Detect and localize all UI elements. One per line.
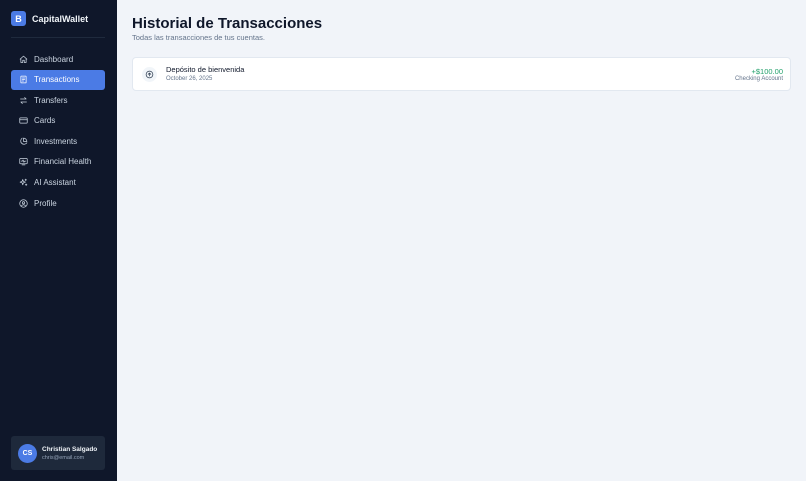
transaction-icon-wrapper: [142, 67, 157, 82]
sidebar-item-transactions[interactable]: Transactions: [11, 69, 105, 90]
transaction-account: Checking Account: [734, 76, 783, 82]
page-title: Historial de Transacciones: [132, 15, 323, 32]
sidebar-item-label: Transfers: [34, 95, 68, 105]
arrows-exchange-icon: [20, 96, 27, 104]
transaction-date: October 26, 2025: [166, 76, 213, 82]
credit-card-icon: [19, 117, 28, 124]
transaction-amount: +$100.00: [751, 67, 784, 76]
sidebar-item-ai-assistant[interactable]: AI Assistant: [11, 173, 105, 193]
home-icon: [19, 55, 28, 63]
sidebar-divider: [11, 37, 105, 38]
main-content: Historial de Transacciones Todas las tra…: [117, 0, 806, 481]
sidebar-item-investments[interactable]: Investments: [11, 131, 105, 151]
transaction-row[interactable]: Depósito de bienvenida October 26, 2025 …: [133, 58, 790, 90]
avatar: CS: [18, 443, 37, 463]
sidebar-item-label: Financial Health: [34, 157, 92, 167]
transaction-list: Depósito de bienvenida October 26, 2025 …: [132, 57, 791, 91]
sidebar-item-dashboard[interactable]: Dashboard: [11, 49, 105, 69]
sidebar-item-label: Investments: [34, 136, 78, 146]
brand-logo: B: [11, 11, 26, 26]
sidebar-item-financial-health[interactable]: Financial Health: [11, 152, 105, 172]
sidebar-item-label: Profile: [34, 198, 57, 208]
user-card[interactable]: CS Christian Salgado chris@email.com: [11, 436, 105, 470]
sidebar-item-label: AI Assistant: [34, 178, 76, 188]
pie-chart-icon: [20, 137, 28, 145]
sidebar-item-cards[interactable]: Cards: [11, 111, 105, 131]
user-name: Christian Salgado: [42, 445, 98, 453]
sidebar-item-label: Cards: [34, 116, 56, 126]
brand-name: CapitalWallet: [32, 13, 89, 24]
sidebar-nav: Dashboard Transactions Transfers Cards I…: [11, 49, 105, 214]
monitor-heart-icon: [19, 158, 28, 166]
receipt-icon: [20, 75, 27, 84]
sidebar-item-label: Dashboard: [34, 54, 74, 64]
user-info: Christian Salgado chris@email.com: [42, 446, 97, 461]
user-email: chris@email.com: [42, 454, 85, 461]
sidebar: B CapitalWallet Dashboard Transactions T…: [0, 0, 117, 481]
arrow-up-circle-icon: [145, 70, 154, 79]
brand[interactable]: B CapitalWallet: [11, 11, 88, 26]
user-circle-icon: [19, 199, 28, 208]
page-subtitle: Todas las transacciones de tus cuentas.: [132, 33, 265, 42]
transaction-description: Depósito de bienvenida: [166, 65, 245, 74]
sparkles-icon: [19, 178, 28, 186]
sidebar-item-label: Transactions: [34, 75, 80, 85]
sidebar-item-profile[interactable]: Profile: [11, 193, 105, 213]
sidebar-item-transfers[interactable]: Transfers: [11, 90, 105, 110]
